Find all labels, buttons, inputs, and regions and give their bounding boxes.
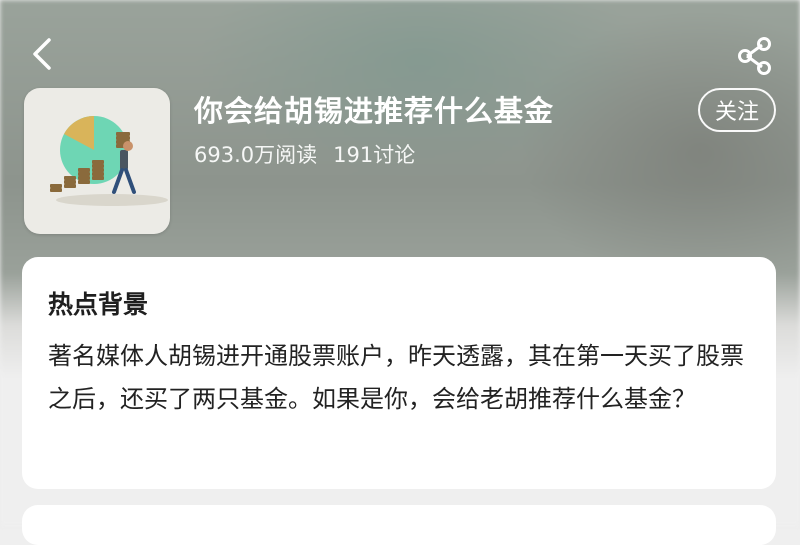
investment-illustration-icon <box>50 116 168 206</box>
card-title: 热点背景 <box>48 290 149 319</box>
topic-cover-image <box>24 88 170 234</box>
follow-button[interactable]: 关注 <box>698 88 776 132</box>
back-button[interactable] <box>24 34 60 74</box>
topic-stats: 693.0万阅读 191讨论 <box>194 139 415 169</box>
chevron-left-icon <box>33 38 51 70</box>
share-icon <box>738 37 771 75</box>
topic-title: 你会给胡锡进推荐什么基金 <box>194 94 555 128</box>
next-card-peek <box>22 505 776 545</box>
read-count: 693.0万阅读 <box>194 143 318 167</box>
background-card: 热点背景 著名媒体人胡锡进开通股票账户，昨天透露，其在第一天买了股票之后，还买了… <box>22 257 776 489</box>
discussion-count: 191讨论 <box>333 143 416 167</box>
share-button[interactable] <box>732 34 776 78</box>
card-body: 著名媒体人胡锡进开通股票账户，昨天透露，其在第一天买了股票之后，还买了两只基金。… <box>48 342 744 413</box>
